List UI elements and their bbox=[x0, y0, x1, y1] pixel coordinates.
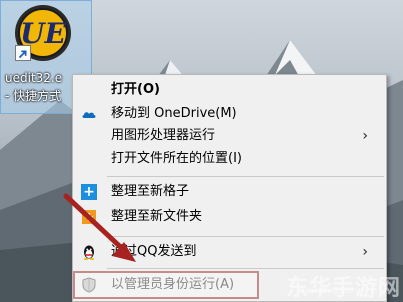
shortcut-arrow-icon bbox=[15, 45, 31, 61]
watermark-subtext: www.dhsy.com bbox=[298, 286, 357, 295]
menu-item-send-via-qq[interactable]: 通过QQ发送到 › bbox=[73, 241, 386, 263]
menu-item-label: 以管理员身份运行(A) bbox=[111, 277, 235, 292]
menu-item-label: 用图形处理器运行 bbox=[111, 128, 216, 143]
menu-item-organize-new-folder[interactable]: 整理至新文件夹 bbox=[73, 206, 386, 228]
menu-item-label: 打开文件所在的位置(I) bbox=[111, 151, 242, 166]
onedrive-cloud-icon bbox=[82, 112, 96, 118]
menu-item-label: 整理至新文件夹 bbox=[111, 209, 203, 224]
uac-shield-icon bbox=[82, 277, 96, 293]
menu-item-label: 通过QQ发送到 bbox=[111, 244, 197, 259]
chevron-right-icon: › bbox=[362, 128, 368, 144]
orange-folder-icon bbox=[82, 210, 96, 224]
menu-separator bbox=[107, 236, 384, 237]
menu-item-open-file-location[interactable]: 打开文件所在的位置(I) bbox=[73, 148, 386, 170]
menu-item-label: 整理至新格子 bbox=[111, 184, 190, 199]
menu-item-open[interactable]: 打开(O) bbox=[73, 79, 386, 101]
chevron-right-icon: › bbox=[362, 244, 368, 260]
menu-separator bbox=[107, 268, 384, 269]
menu-item-move-to-onedrive[interactable]: 移动到 OneDrive(M) bbox=[73, 103, 386, 125]
menu-item-label: 打开(O) bbox=[111, 82, 160, 97]
menu-item-label: 移动到 OneDrive(M) bbox=[111, 106, 237, 121]
qq-penguin-icon bbox=[84, 245, 94, 260]
menu-separator bbox=[107, 176, 384, 177]
menu-item-organize-new-grid[interactable]: + 整理至新格子 bbox=[73, 181, 386, 203]
context-menu: 打开(O) 移动到 OneDrive(M) 用图形处理器运行 › 打开文件所在的… bbox=[72, 74, 387, 302]
menu-item-run-with-gpu[interactable]: 用图形处理器运行 › bbox=[73, 125, 386, 147]
blue-plus-icon: + bbox=[81, 184, 97, 200]
